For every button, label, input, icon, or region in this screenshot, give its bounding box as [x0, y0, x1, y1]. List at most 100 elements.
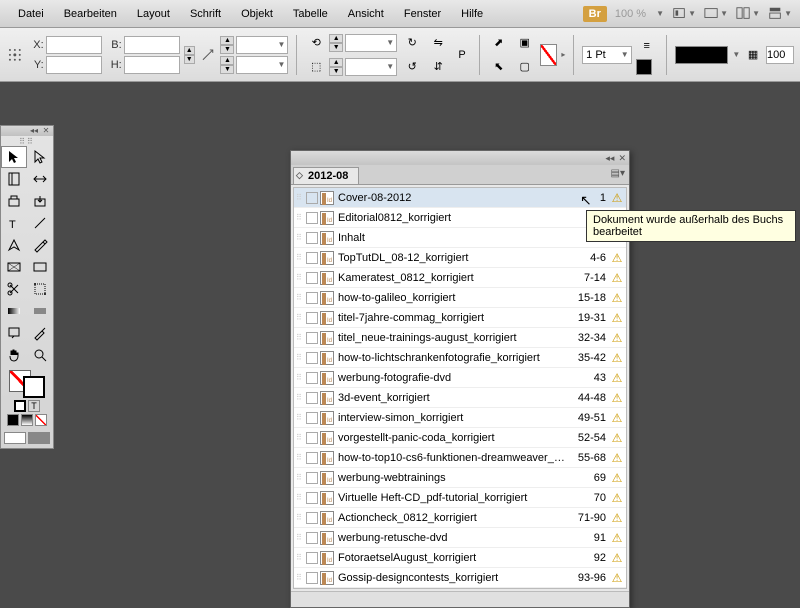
warning-icon[interactable]: ⚠ [610, 571, 624, 585]
line-tool[interactable] [27, 212, 53, 234]
panel-menu-icon[interactable]: ▤▾ [611, 168, 625, 179]
row-handle-icon[interactable]: ⠿ [296, 513, 306, 522]
selection-tool[interactable] [1, 146, 27, 168]
row-handle-icon[interactable]: ⠿ [296, 553, 306, 562]
flip-horizontal-icon[interactable]: ⇋ [427, 32, 449, 54]
row-checkbox[interactable] [306, 332, 318, 344]
warning-icon[interactable]: ⚠ [610, 411, 624, 425]
free-transform-tool[interactable] [27, 278, 53, 300]
menu-objekt[interactable]: Objekt [231, 4, 283, 24]
book-row[interactable]: ⠿Kameratest_0812_korrigiert7-14⚠ [294, 268, 626, 288]
y-input[interactable] [46, 56, 102, 74]
row-handle-icon[interactable]: ⠿ [296, 533, 306, 542]
type-tool[interactable]: T [1, 212, 27, 234]
row-handle-icon[interactable]: ⠿ [296, 433, 306, 442]
warning-icon[interactable]: ⚠ [610, 271, 624, 285]
book-row[interactable]: ⠿titel_neue-trainings-august_korrigiert3… [294, 328, 626, 348]
rotate-spinner[interactable]: ▲▼ [329, 34, 343, 52]
row-checkbox[interactable] [306, 492, 318, 504]
scissors-tool[interactable] [1, 278, 27, 300]
stroke-weight-dropdown[interactable]: 1 Pt▼ [582, 46, 632, 64]
close-panel-icon[interactable]: ✕ [618, 153, 626, 164]
row-checkbox[interactable] [306, 552, 318, 564]
gradient-swatch-tool[interactable] [1, 300, 27, 322]
fit-frame-icon[interactable]: ▢ [514, 56, 536, 78]
opacity-input[interactable] [766, 46, 794, 64]
book-row[interactable]: ⠿Gossip-designcontests_korrigiert93-96⚠ [294, 568, 626, 588]
warning-icon[interactable]: ⚠ [610, 511, 624, 525]
minimize-panel-icon[interactable]: ◂◂ [605, 153, 614, 164]
warning-icon[interactable]: ⚠ [610, 551, 624, 565]
rotate-ccw-icon[interactable]: ↺ [401, 56, 423, 78]
row-checkbox[interactable] [306, 272, 318, 284]
book-row[interactable]: ⠿how-to-top10-cs6-funktionen-dreamweaver… [294, 448, 626, 468]
constrain-proportions-icon[interactable]: ▲▼ [184, 46, 195, 64]
preview-view-icon[interactable] [28, 432, 50, 444]
book-row[interactable]: ⠿TopTutDL_08-12_korrigiert4-6⚠ [294, 248, 626, 268]
row-checkbox[interactable] [306, 432, 318, 444]
row-handle-icon[interactable]: ⠿ [296, 253, 306, 262]
effects-dropdown[interactable]: ▼ [732, 50, 740, 59]
row-handle-icon[interactable]: ⠿ [296, 193, 306, 202]
arrange-documents-icon[interactable]: ▼ [736, 4, 760, 24]
collapse-icon[interactable]: ◂◂ [29, 127, 39, 135]
reference-point-icon[interactable] [6, 44, 24, 66]
rectangle-frame-tool[interactable] [1, 256, 27, 278]
fit-content-icon[interactable]: ▣ [514, 32, 536, 54]
book-row[interactable]: ⠿how-to-galileo_korrigiert15-18⚠ [294, 288, 626, 308]
formatting-text-icon[interactable]: T [28, 400, 40, 412]
book-row[interactable]: ⠿vorgestellt-panic-coda_korrigiert52-54⚠ [294, 428, 626, 448]
content-placer-tool[interactable] [27, 190, 53, 212]
row-checkbox[interactable] [306, 472, 318, 484]
select-container-icon[interactable]: P [453, 44, 471, 66]
gap-tool[interactable] [27, 168, 53, 190]
menu-layout[interactable]: Layout [127, 4, 180, 24]
row-checkbox[interactable] [306, 232, 318, 244]
row-handle-icon[interactable]: ⠿ [296, 373, 306, 382]
book-row[interactable]: ⠿Cover-08-20121⚠ [294, 188, 626, 208]
apply-none-icon[interactable] [35, 414, 47, 426]
warning-icon[interactable]: ⚠ [610, 451, 624, 465]
menu-tabelle[interactable]: Tabelle [283, 4, 338, 24]
row-handle-icon[interactable]: ⠿ [296, 493, 306, 502]
warning-icon[interactable]: ⚠ [610, 431, 624, 445]
pen-tool[interactable] [1, 234, 27, 256]
row-checkbox[interactable] [306, 352, 318, 364]
row-checkbox[interactable] [306, 512, 318, 524]
book-row[interactable]: ⠿werbung-fotografie-dvd43⚠ [294, 368, 626, 388]
warning-icon[interactable]: ⚠ [610, 531, 624, 545]
menu-hilfe[interactable]: Hilfe [451, 4, 493, 24]
row-checkbox[interactable] [306, 532, 318, 544]
apply-gradient-icon[interactable] [21, 414, 33, 426]
x-input[interactable] [46, 36, 102, 54]
book-tab[interactable]: 2012-08 [293, 167, 359, 184]
book-row[interactable]: ⠿werbung-webtrainings69⚠ [294, 468, 626, 488]
menu-bearbeiten[interactable]: Bearbeiten [54, 4, 127, 24]
warning-icon[interactable]: ⚠ [610, 331, 624, 345]
select-previous-icon[interactable]: ⬉ [488, 56, 510, 78]
scale-y-spinner[interactable]: ▲▼ [220, 56, 234, 74]
book-row[interactable]: ⠿Virtuelle Heft-CD_pdf-tutorial_korrigie… [294, 488, 626, 508]
row-handle-icon[interactable]: ⠿ [296, 293, 306, 302]
book-row[interactable]: ⠿how-to-lichtschrankenfotografie_korrigi… [294, 348, 626, 368]
page-tool[interactable] [1, 168, 27, 190]
row-checkbox[interactable] [306, 452, 318, 464]
menu-schrift[interactable]: Schrift [180, 4, 231, 24]
drop-shadow-icon[interactable]: ▦ [744, 44, 762, 66]
scale-x-dropdown[interactable]: ▼ [236, 36, 288, 54]
menu-datei[interactable]: Datei [8, 4, 54, 24]
rectangle-tool[interactable] [27, 256, 53, 278]
shear-dropdown[interactable]: ▼ [345, 58, 397, 76]
row-checkbox[interactable] [306, 572, 318, 584]
zoom-dropdown[interactable]: ▼ [654, 9, 664, 18]
warning-icon[interactable]: ⚠ [610, 491, 624, 505]
scale-x-spinner[interactable]: ▲▼ [220, 36, 234, 54]
zoom-tool[interactable] [27, 344, 53, 366]
row-handle-icon[interactable]: ⠿ [296, 233, 306, 242]
screen-mode-icon[interactable]: ▼ [704, 4, 728, 24]
book-row[interactable]: ⠿Editorial0812_korrigiert2⚠ [294, 208, 626, 228]
row-handle-icon[interactable]: ⠿ [296, 353, 306, 362]
warning-icon[interactable]: ⚠ [610, 311, 624, 325]
book-row[interactable]: ⠿Actioncheck_0812_korrigiert71-90⚠ [294, 508, 626, 528]
row-handle-icon[interactable]: ⠿ [296, 413, 306, 422]
